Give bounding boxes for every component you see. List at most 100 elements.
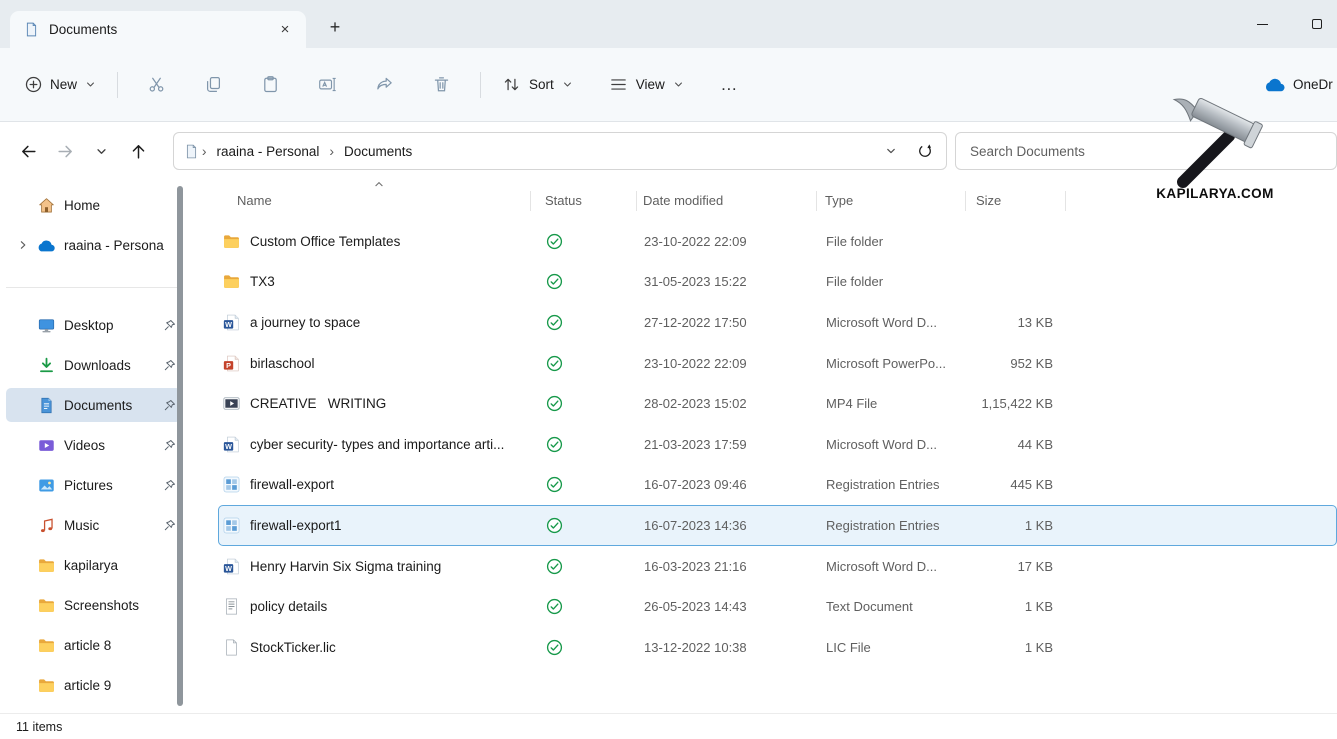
sidebar-item-raaina-persona[interactable]: raaina - Persona bbox=[6, 228, 181, 262]
file-row-henry-harvin-six-sigma-training[interactable]: WHenry Harvin Six Sigma training16-03-20… bbox=[218, 546, 1337, 587]
file-name: TX3 bbox=[250, 274, 275, 289]
status-cell bbox=[532, 233, 638, 250]
close-tab-button[interactable]: × bbox=[272, 17, 298, 43]
file-row-creative-writing[interactable]: CREATIVE WRITING28-02-2023 15:02MP4 File… bbox=[218, 383, 1337, 424]
sidebar-item-pictures[interactable]: Pictures bbox=[6, 468, 181, 502]
file-size: 13 KB bbox=[967, 315, 1067, 330]
maximize-button[interactable] bbox=[1294, 0, 1337, 48]
sidebar-item-article-9[interactable]: article 9 bbox=[6, 668, 181, 702]
breadcrumb-item-onedrive[interactable]: raaina - Personal bbox=[210, 140, 327, 163]
sidebar-item-videos[interactable]: Videos bbox=[6, 428, 181, 462]
sort-button[interactable]: Sort bbox=[491, 66, 584, 104]
address-dropdown-button[interactable] bbox=[874, 136, 908, 166]
column-header-status[interactable]: Status bbox=[531, 191, 637, 211]
date-modified: 16-03-2023 21:16 bbox=[638, 559, 818, 574]
new-tab-button[interactable]: + bbox=[318, 12, 352, 42]
onedrive-status[interactable]: OneDr bbox=[1263, 48, 1333, 121]
file-size: 44 KB bbox=[967, 437, 1067, 452]
file-row-cyber-security-types-and-importance-arti[interactable]: Wcyber security- types and importance ar… bbox=[218, 424, 1337, 465]
file-name-cell: firewall-export1 bbox=[219, 517, 532, 534]
column-header-type[interactable]: Type bbox=[817, 191, 966, 211]
sidebar-item-music[interactable]: Music bbox=[6, 508, 181, 542]
sidebar-scrollbar[interactable] bbox=[177, 186, 183, 706]
file-name: firewall-export1 bbox=[250, 518, 342, 533]
new-button[interactable]: New bbox=[14, 66, 107, 104]
svg-text:W: W bbox=[225, 320, 232, 329]
forward-button[interactable] bbox=[47, 133, 84, 169]
file-type: Registration Entries bbox=[818, 518, 967, 533]
tab-documents[interactable]: Documents × bbox=[10, 11, 306, 48]
synced-check-icon bbox=[546, 517, 563, 534]
file-name: firewall-export bbox=[250, 477, 334, 492]
status-cell bbox=[532, 558, 638, 575]
downloads-icon bbox=[34, 357, 58, 374]
file-type: File folder bbox=[818, 234, 967, 249]
sidebar-item-screenshots[interactable]: Screenshots bbox=[6, 588, 181, 622]
svg-text:W: W bbox=[225, 442, 232, 451]
sidebar-item-desktop[interactable]: Desktop bbox=[6, 308, 181, 342]
file-row-birlaschool[interactable]: Pbirlaschool23-10-2022 22:09Microsoft Po… bbox=[218, 343, 1337, 384]
file-name-cell: firewall-export bbox=[219, 476, 532, 493]
svg-text:P: P bbox=[226, 360, 231, 369]
column-header-date-modified[interactable]: Date modified bbox=[637, 191, 817, 211]
view-icon bbox=[609, 75, 628, 94]
file-name-cell: StockTicker.lic bbox=[219, 639, 532, 656]
sidebar-separator bbox=[0, 268, 195, 308]
view-button[interactable]: View bbox=[598, 66, 695, 104]
file-row-tx3[interactable]: TX331-05-2023 15:22File folder bbox=[218, 262, 1337, 303]
file-explorer-window: Documents × + New Sort View bbox=[0, 0, 1337, 739]
recent-locations-button[interactable] bbox=[83, 133, 120, 169]
file-row-policy-details[interactable]: policy details26-05-2023 14:43Text Docum… bbox=[218, 586, 1337, 627]
sidebar-item-article-8[interactable]: article 8 bbox=[6, 628, 181, 662]
sidebar-item-kapilarya[interactable]: kapilarya bbox=[6, 548, 181, 582]
more-options-button[interactable]: … bbox=[709, 66, 749, 104]
back-button[interactable] bbox=[10, 133, 47, 169]
synced-check-icon bbox=[546, 598, 563, 615]
file-size: 1 KB bbox=[967, 518, 1067, 533]
sidebar-item-downloads[interactable]: Downloads bbox=[6, 348, 181, 382]
cut-button[interactable] bbox=[133, 66, 180, 104]
status-cell bbox=[532, 476, 638, 493]
file-row-a-journey-to-space[interactable]: Wa journey to space27-12-2022 17:50Micro… bbox=[218, 302, 1337, 343]
synced-check-icon bbox=[546, 558, 563, 575]
sidebar-item-documents[interactable]: Documents bbox=[6, 388, 181, 422]
chevron-down-icon bbox=[85, 79, 96, 90]
minimize-button[interactable] bbox=[1239, 0, 1285, 48]
file-row-stockticker-lic[interactable]: StockTicker.lic13-12-2022 10:38LIC File1… bbox=[218, 627, 1337, 668]
file-row-firewall-export[interactable]: firewall-export16-07-2023 09:46Registrat… bbox=[218, 465, 1337, 506]
date-modified: 31-05-2023 15:22 bbox=[638, 274, 818, 289]
file-row-firewall-export1[interactable]: firewall-export116-07-2023 14:36Registra… bbox=[218, 505, 1337, 546]
delete-button[interactable] bbox=[418, 66, 465, 104]
chevron-right-icon[interactable] bbox=[14, 240, 32, 250]
file-type: Microsoft Word D... bbox=[818, 437, 967, 452]
file-row-custom-office-templates[interactable]: Custom Office Templates23-10-2022 22:09F… bbox=[218, 221, 1337, 262]
date-modified: 26-05-2023 14:43 bbox=[638, 599, 818, 614]
column-header-size[interactable]: Size bbox=[966, 191, 1066, 211]
up-button[interactable] bbox=[120, 133, 157, 169]
synced-check-icon bbox=[546, 476, 563, 493]
file-name: a journey to space bbox=[250, 315, 360, 330]
file-type: Microsoft Word D... bbox=[818, 559, 967, 574]
sidebar: Home raaina - Persona Desktop Downloads Docu… bbox=[0, 180, 195, 713]
file-type: Microsoft PowerPo... bbox=[818, 356, 967, 371]
sidebar-item-label: Screenshots bbox=[64, 598, 177, 613]
sidebar-item-label: kapilarya bbox=[64, 558, 177, 573]
paste-button[interactable] bbox=[247, 66, 294, 104]
file-type: Microsoft Word D... bbox=[818, 315, 967, 330]
date-modified: 23-10-2022 22:09 bbox=[638, 356, 818, 371]
breadcrumb-item-documents[interactable]: Documents bbox=[337, 140, 419, 163]
column-header-name[interactable]: Name bbox=[218, 191, 531, 211]
sidebar-item-home[interactable]: Home bbox=[6, 188, 181, 222]
synced-check-icon bbox=[546, 314, 563, 331]
refresh-button[interactable] bbox=[908, 136, 942, 166]
status-bar: 11 items bbox=[0, 713, 1337, 739]
videos-icon bbox=[34, 437, 58, 454]
address-bar[interactable]: › raaina - Personal › Documents bbox=[173, 132, 947, 170]
text-file-icon bbox=[223, 598, 240, 615]
location-icon bbox=[184, 144, 199, 159]
rename-button[interactable] bbox=[304, 66, 351, 104]
copy-button[interactable] bbox=[190, 66, 237, 104]
search-input[interactable] bbox=[956, 144, 1336, 159]
file-name: StockTicker.lic bbox=[250, 640, 336, 655]
share-button[interactable] bbox=[361, 66, 408, 104]
